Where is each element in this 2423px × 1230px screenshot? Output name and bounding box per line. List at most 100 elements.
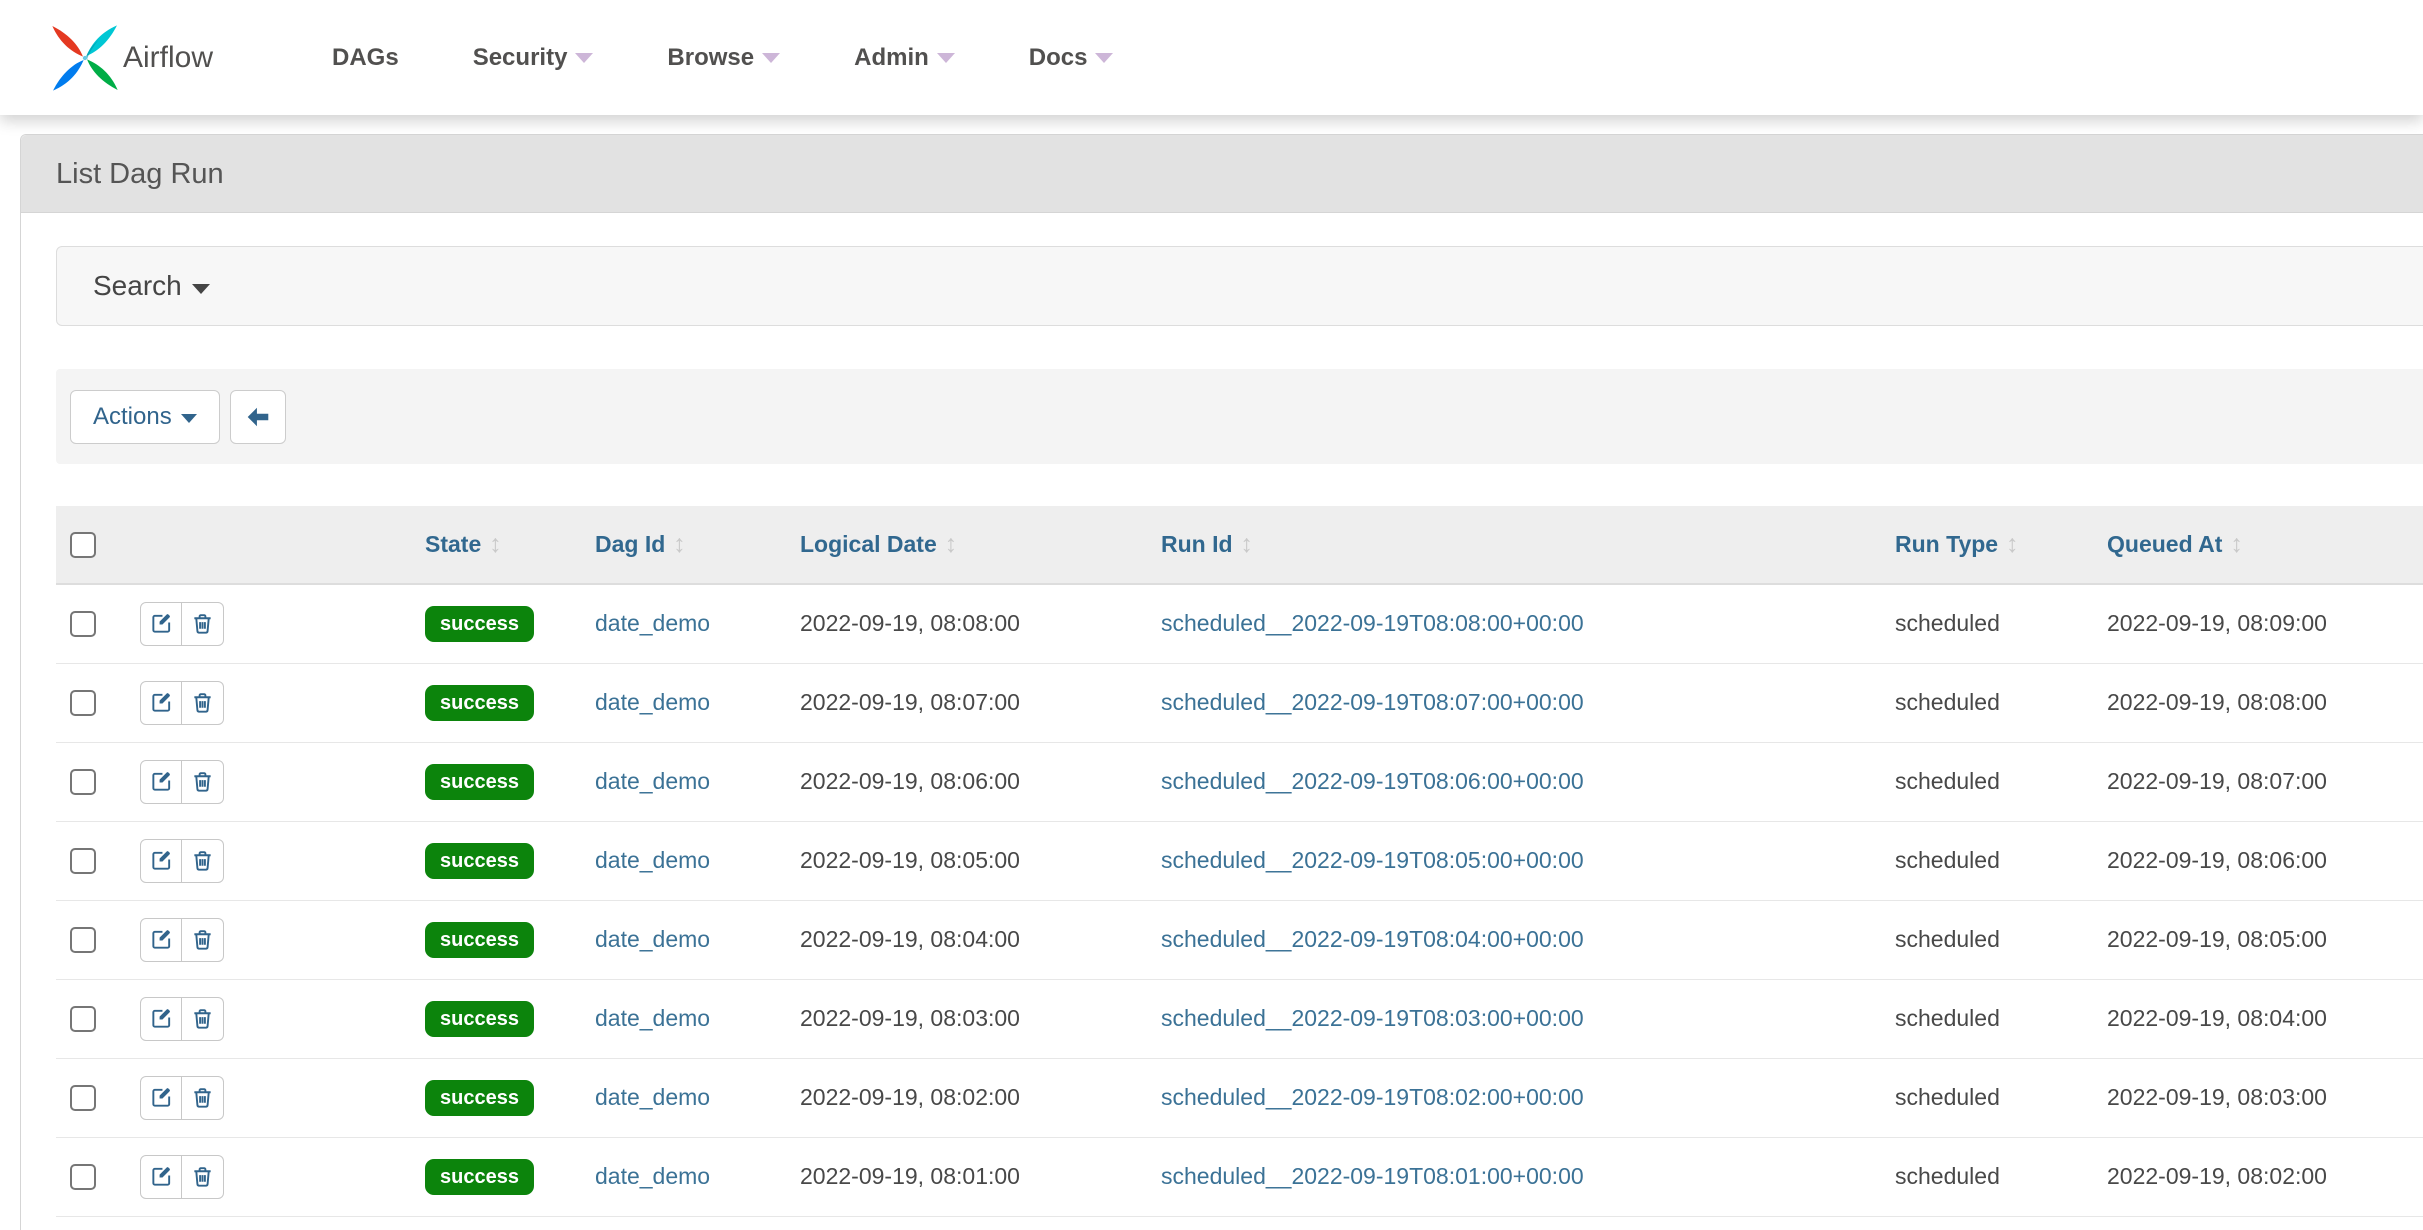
delete-record-button[interactable] [182,1076,224,1120]
column-header-logical-date[interactable]: Logical Date↕ [786,506,1147,584]
edit-record-button[interactable] [140,997,182,1041]
run-id-link[interactable]: scheduled__2022-09-19T08:08:00+00:00 [1161,610,1584,636]
table-row: success date_demo 2022-09-19, 08:06:00 s… [56,742,2423,821]
nav-item[interactable]: Docs [992,44,1151,72]
dag-id-link[interactable]: date_demo [595,1163,710,1189]
queued-at-cell: 2022-09-19, 08:08:00 [2093,663,2423,742]
edit-record-button[interactable] [140,681,182,725]
row-checkbox[interactable] [70,1006,96,1032]
edit-record-button[interactable] [140,1155,182,1199]
run-id-link[interactable]: scheduled__2022-09-19T08:04:00+00:00 [1161,926,1584,952]
table-header-row: State↕ Dag Id↕ Logical Date↕ Run Id↕ Run… [56,506,2423,584]
dag-id-link[interactable]: date_demo [595,926,710,952]
chevron-down-icon [762,53,780,63]
status-badge: success [425,1159,534,1195]
edit-record-button[interactable] [140,918,182,962]
chevron-down-icon [192,284,210,294]
edit-record-button[interactable] [140,760,182,804]
actions-button[interactable]: Actions [70,390,220,444]
column-header-state[interactable]: State↕ [411,506,581,584]
back-button[interactable] [230,390,286,444]
run-id-link[interactable]: scheduled__2022-09-19T08:06:00+00:00 [1161,768,1584,794]
run-type-cell: scheduled [1881,1058,2093,1137]
edit-record-button[interactable] [140,839,182,883]
run-type-cell: scheduled [1881,1137,2093,1216]
run-type-cell: scheduled [1881,900,2093,979]
row-checkbox[interactable] [70,1085,96,1111]
delete-record-button[interactable] [182,681,224,725]
row-checkbox[interactable] [70,769,96,795]
queued-at-cell: 2022-09-19, 08:06:00 [2093,821,2423,900]
edit-icon [150,612,173,635]
edit-record-button[interactable] [140,1076,182,1120]
select-all-checkbox[interactable] [70,532,96,558]
run-id-link[interactable]: scheduled__2022-09-19T08:07:00+00:00 [1161,689,1584,715]
dagrun-table-body: success date_demo 2022-09-19, 08:08:00 s… [56,584,2423,1230]
queued-at-cell: 2022-09-19, 08:05:00 [2093,900,2423,979]
row-checkbox[interactable] [70,848,96,874]
logical-date-cell: 2022-09-19, 08:01:00 [786,1137,1147,1216]
search-label: Search [93,270,182,302]
table-row: success date_demo 2022-09-19, 08:03:00 s… [56,979,2423,1058]
row-checkbox[interactable] [70,611,96,637]
brand-label: Airflow [123,41,213,75]
run-type-cell: scheduled [1881,584,2093,663]
column-header-dag-id[interactable]: Dag Id↕ [581,506,786,584]
dag-id-link[interactable]: date_demo [595,1084,710,1110]
delete-record-button[interactable] [182,1155,224,1199]
delete-record-button[interactable] [182,602,224,646]
run-id-link[interactable]: scheduled__2022-09-19T08:01:00+00:00 [1161,1163,1584,1189]
dag-id-link[interactable]: date_demo [595,768,710,794]
run-id-link[interactable]: scheduled__2022-09-19T08:03:00+00:00 [1161,1005,1584,1031]
arrow-left-icon [245,404,271,430]
run-id-link[interactable]: scheduled__2022-09-19T08:05:00+00:00 [1161,847,1584,873]
trash-icon [191,612,214,635]
dag-id-link[interactable]: date_demo [595,847,710,873]
table-row: success date_demo 2022-09-19, 08:05:00 s… [56,821,2423,900]
status-badge: success [425,606,534,642]
edit-record-button[interactable] [140,602,182,646]
sort-icon: ↕ [1241,530,1254,558]
table-row: success date_demo 2022-09-19, 08:08:00 s… [56,584,2423,663]
logical-date-cell: 2022-09-19, 08:08:00 [786,584,1147,663]
airflow-brand[interactable]: Airflow [51,24,213,92]
column-header-queued-at[interactable]: Queued At↕ [2093,506,2423,584]
chevron-down-icon [937,53,955,63]
page-title: List Dag Run [21,135,2423,213]
sort-icon: ↕ [2230,530,2243,558]
run-type-cell: scheduled [1881,663,2093,742]
status-badge: success [425,922,534,958]
nav-item[interactable]: Admin [817,44,992,72]
main-nav: DAGs Security Browse Admin Docs [295,44,1150,72]
row-checkbox[interactable] [70,690,96,716]
search-panel-toggle[interactable]: Search [56,246,2423,326]
delete-record-button[interactable] [182,918,224,962]
dag-run-table: State↕ Dag Id↕ Logical Date↕ Run Id↕ Run… [56,506,2423,1230]
nav-item[interactable]: Browse [630,44,817,72]
trash-icon [191,928,214,951]
column-header-run-type[interactable]: Run Type↕ [1881,506,2093,584]
nav-item[interactable]: DAGs [295,44,436,72]
status-badge: success [425,1001,534,1037]
edit-icon [150,691,173,714]
sort-icon: ↕ [2006,530,2019,558]
edit-icon [150,849,173,872]
delete-record-button[interactable] [182,839,224,883]
run-id-link[interactable]: scheduled__2022-09-19T08:02:00+00:00 [1161,1084,1584,1110]
delete-record-button[interactable] [182,760,224,804]
row-checkbox[interactable] [70,927,96,953]
run-type-cell: scheduled [1881,821,2093,900]
logical-date-cell: 2022-09-19, 08:02:00 [786,1058,1147,1137]
delete-record-button[interactable] [182,997,224,1041]
dag-id-link[interactable]: date_demo [595,610,710,636]
table-row: success date_demo 2022-09-19, 08:07:00 s… [56,663,2423,742]
row-checkbox[interactable] [70,1164,96,1190]
status-badge: success [425,843,534,879]
table-row: success date_demo 2022-09-19, 08:04:00 s… [56,900,2423,979]
nav-item[interactable]: Security [436,44,631,72]
dag-id-link[interactable]: date_demo [595,689,710,715]
dag-id-link[interactable]: date_demo [595,1005,710,1031]
column-header-run-id[interactable]: Run Id↕ [1147,506,1881,584]
queued-at-cell: 2022-09-19, 08:07:00 [2093,742,2423,821]
logical-date-cell: 2022-09-19, 08:05:00 [786,821,1147,900]
